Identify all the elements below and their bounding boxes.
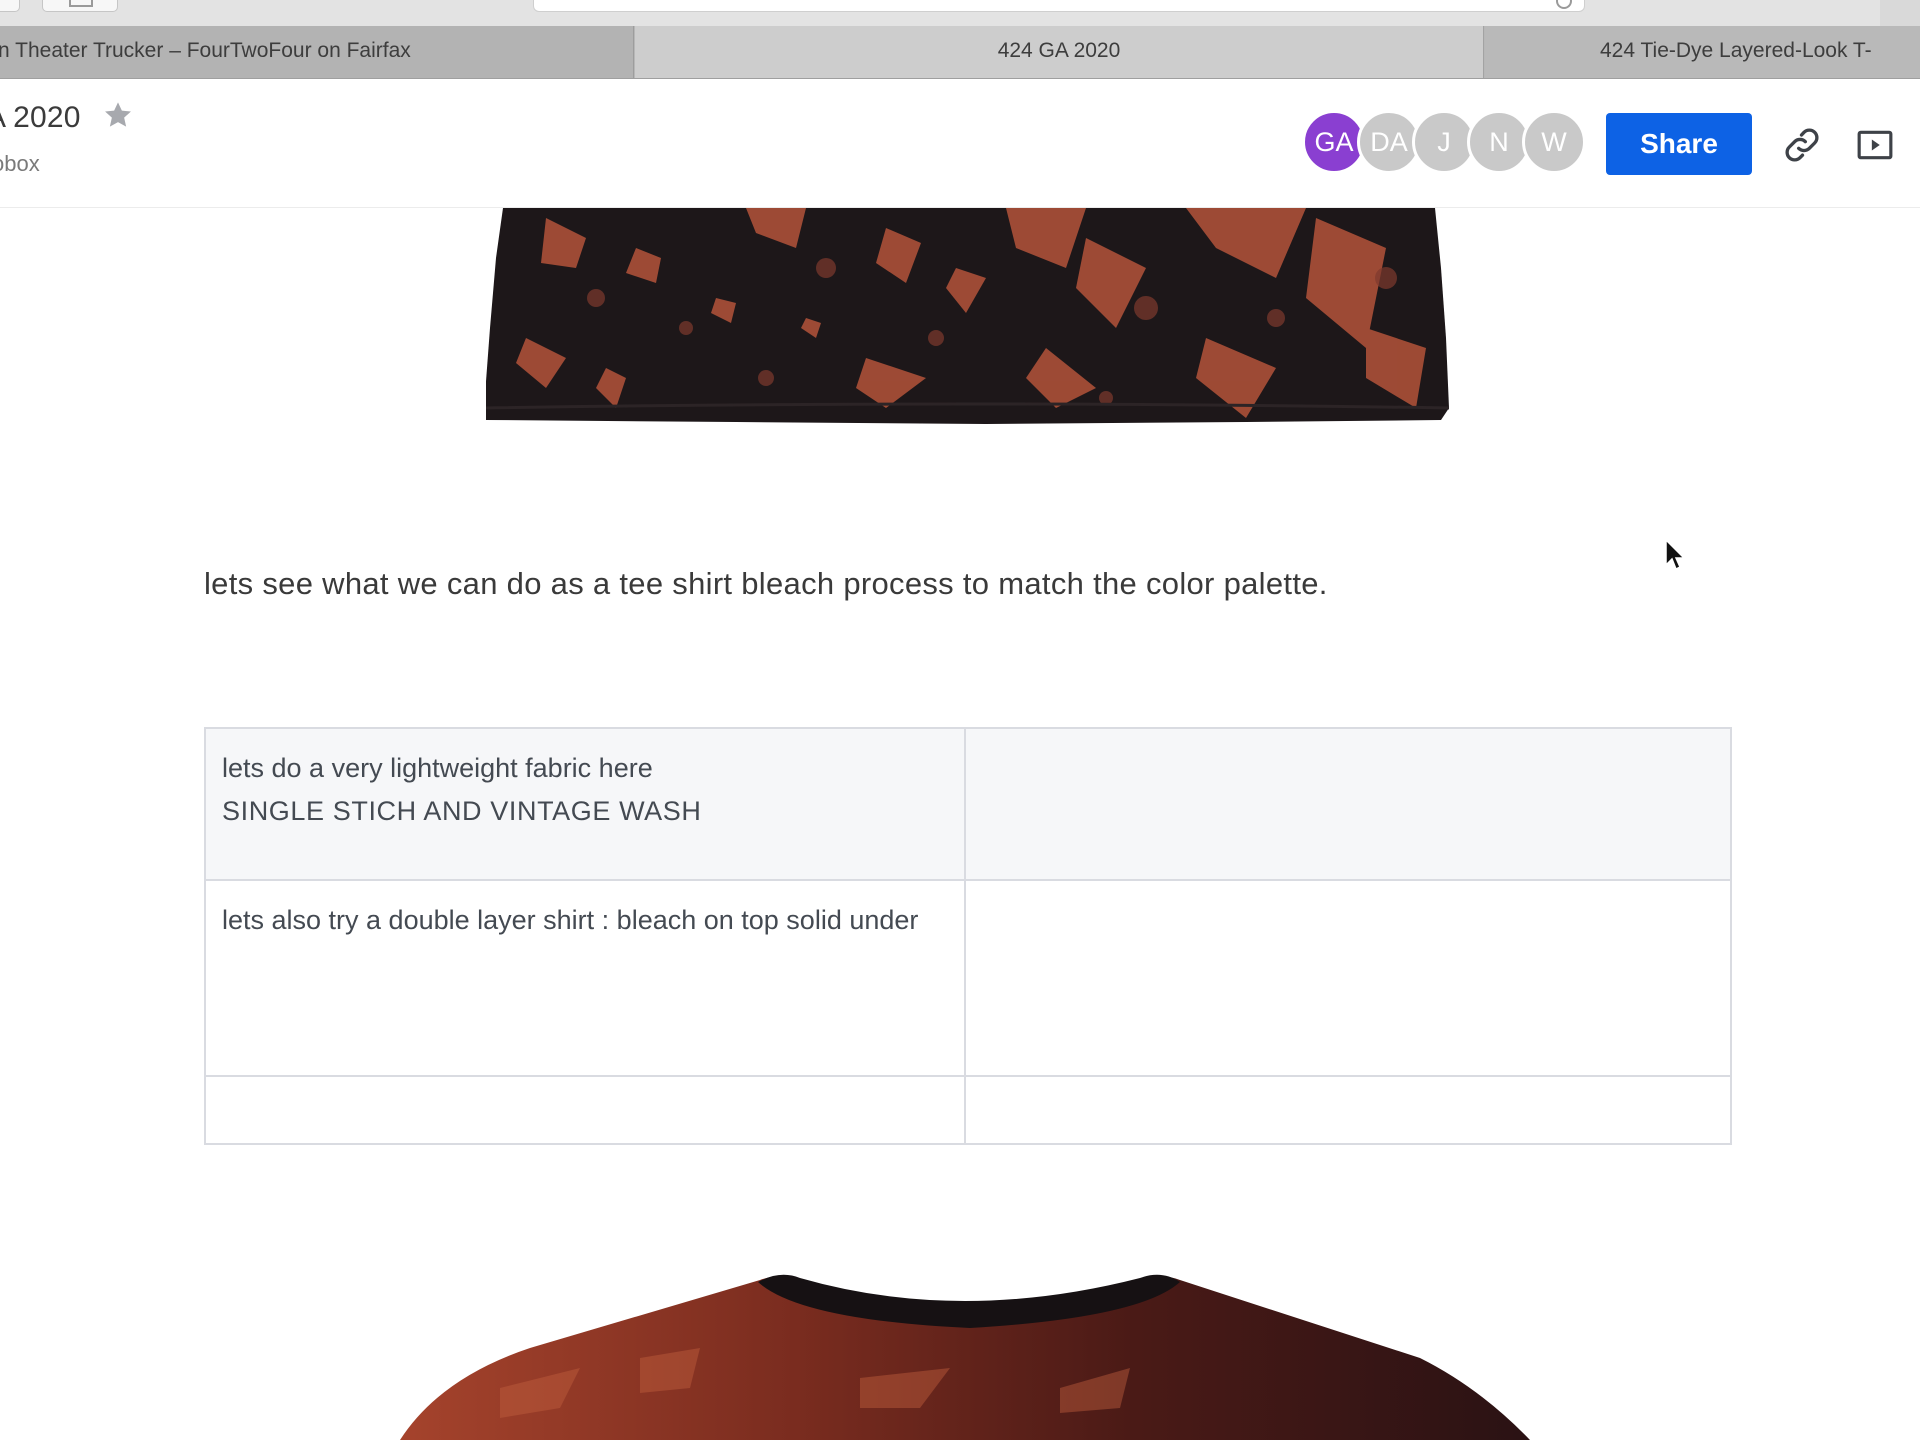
cell-text-line: lets also try a double layer shirt : ble… bbox=[222, 905, 919, 935]
tab-label: 424 Tie-Dye Layered-Look T- bbox=[1600, 39, 1872, 62]
table-cell[interactable]: lets do a very lightweight fabric here S… bbox=[204, 727, 966, 881]
folder-breadcrumb[interactable]: obox bbox=[0, 151, 40, 177]
document-header: A 2020 obox GA DA J N W Share bbox=[0, 79, 1920, 208]
link-icon[interactable] bbox=[1782, 125, 1822, 165]
screen: n Theater Trucker – FourTwoFour on Fairf… bbox=[0, 0, 1920, 1440]
avatar-initials: DA bbox=[1370, 127, 1408, 157]
star-icon[interactable] bbox=[102, 99, 134, 131]
mouse-pointer-icon bbox=[1665, 538, 1686, 571]
bleached-shirt-collar-image bbox=[400, 1274, 1530, 1440]
browser-tab-bar: n Theater Trucker – FourTwoFour on Fairf… bbox=[0, 26, 1920, 79]
table-cell[interactable] bbox=[964, 727, 1732, 881]
browser-toolbar bbox=[0, 0, 1920, 26]
table-row: lets do a very lightweight fabric here S… bbox=[204, 727, 1732, 881]
toolbar-edge bbox=[1880, 0, 1920, 26]
document-title[interactable]: A 2020 bbox=[0, 101, 81, 135]
avatar-initials: J bbox=[1437, 127, 1451, 157]
notes-table: lets do a very lightweight fabric here S… bbox=[204, 727, 1732, 1145]
cell-text-line: lets do a very lightweight fabric here bbox=[222, 753, 653, 783]
tab-label: 424 GA 2020 bbox=[997, 39, 1121, 62]
browser-tab-tie-dye[interactable]: 424 Tie-Dye Layered-Look T- bbox=[1485, 26, 1920, 78]
sidebar-icon bbox=[69, 0, 93, 7]
avatar-initials: GA bbox=[1314, 127, 1354, 157]
sidebar-toggle-button[interactable] bbox=[42, 0, 118, 12]
table-row: lets also try a double layer shirt : ble… bbox=[204, 879, 1732, 1077]
table-cell[interactable]: lets also try a double layer shirt : ble… bbox=[204, 879, 966, 1077]
tab-label: n Theater Trucker – FourTwoFour on Fairf… bbox=[0, 39, 411, 62]
browser-button[interactable] bbox=[0, 0, 20, 12]
table-cell[interactable] bbox=[204, 1075, 966, 1145]
reload-icon[interactable] bbox=[1556, 0, 1572, 9]
avatar-w[interactable]: W bbox=[1522, 110, 1586, 174]
address-bar[interactable] bbox=[533, 0, 1585, 12]
body-paragraph: lets see what we can do as a tee shirt b… bbox=[204, 566, 1328, 601]
share-button[interactable]: Share bbox=[1606, 113, 1752, 175]
avatar-initials: W bbox=[1541, 127, 1567, 157]
browser-tab-theater-trucker[interactable]: n Theater Trucker – FourTwoFour on Fairf… bbox=[0, 26, 634, 78]
table-cell[interactable] bbox=[964, 879, 1732, 1077]
bleached-shirt-hem-image bbox=[486, 208, 1450, 424]
present-icon[interactable] bbox=[1856, 127, 1894, 163]
browser-tab-active[interactable]: 424 GA 2020 bbox=[635, 26, 1484, 78]
avatar-initials: N bbox=[1489, 127, 1509, 157]
table-cell[interactable] bbox=[964, 1075, 1732, 1145]
table-row bbox=[204, 1075, 1732, 1145]
cell-text-line: SINGLE STICH AND VINTAGE WASH bbox=[222, 796, 702, 826]
